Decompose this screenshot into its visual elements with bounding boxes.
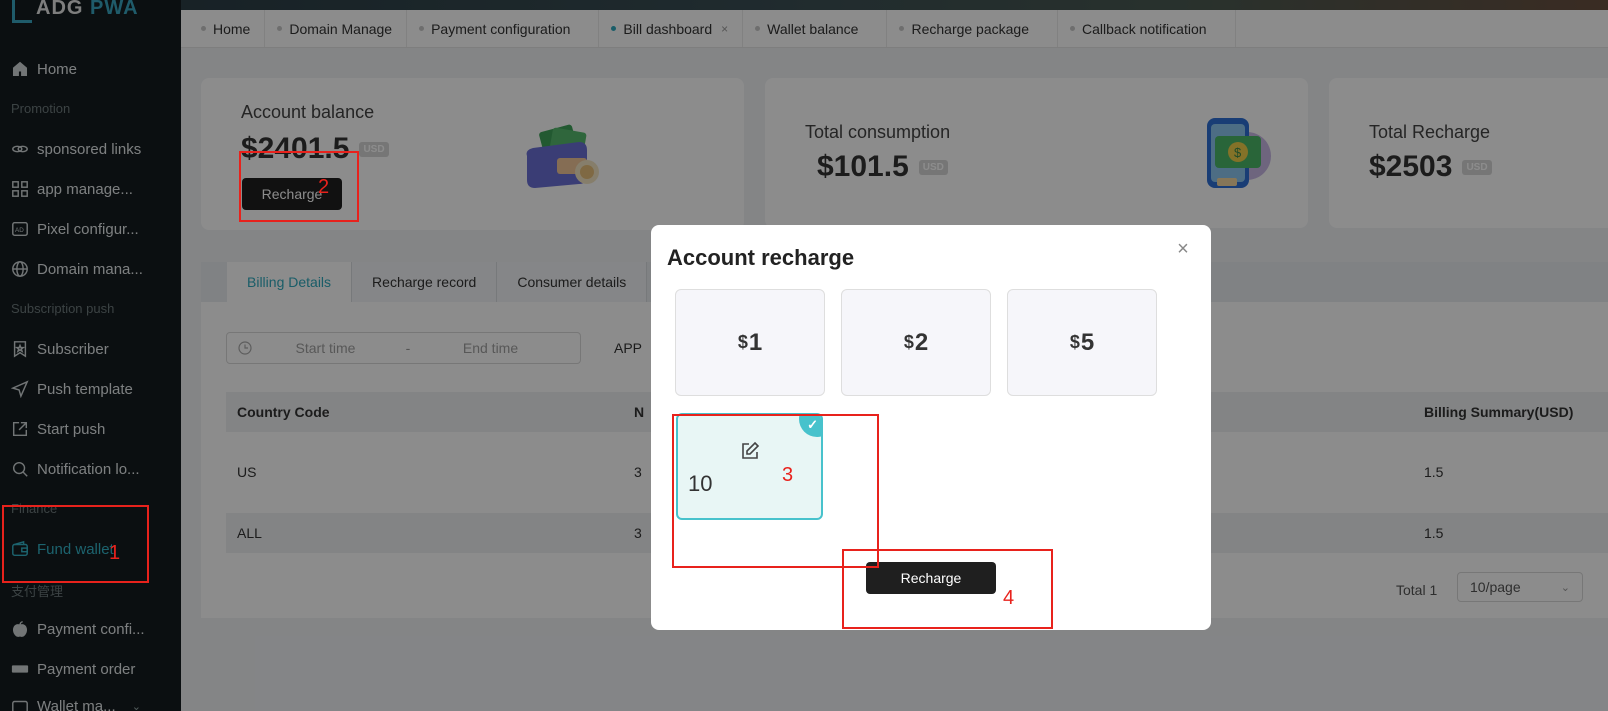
- annotation-box-1: [2, 505, 149, 583]
- annotation-box-2: [239, 151, 359, 222]
- annotation-number-4: 4: [1003, 587, 1015, 609]
- annotation-box-3: [672, 414, 879, 568]
- close-icon[interactable]: ×: [1171, 237, 1195, 261]
- annotation-box-4: [842, 549, 1053, 629]
- amount-option-5[interactable]: $5: [1007, 289, 1157, 396]
- amount-value: 1: [748, 328, 763, 356]
- annotation-number-1: 1: [109, 542, 121, 564]
- currency-symbol: $: [1069, 332, 1080, 352]
- currency-symbol: $: [903, 332, 914, 352]
- amount-option-2[interactable]: $2: [841, 289, 991, 396]
- amount-option-1[interactable]: $1: [675, 289, 825, 396]
- amount-value: 5: [1080, 328, 1095, 356]
- annotation-number-2: 2: [318, 176, 330, 198]
- modal-title: Account recharge: [667, 245, 855, 270]
- amount-value: 2: [914, 328, 929, 356]
- annotation-number-3: 3: [782, 464, 794, 486]
- currency-symbol: $: [737, 332, 748, 352]
